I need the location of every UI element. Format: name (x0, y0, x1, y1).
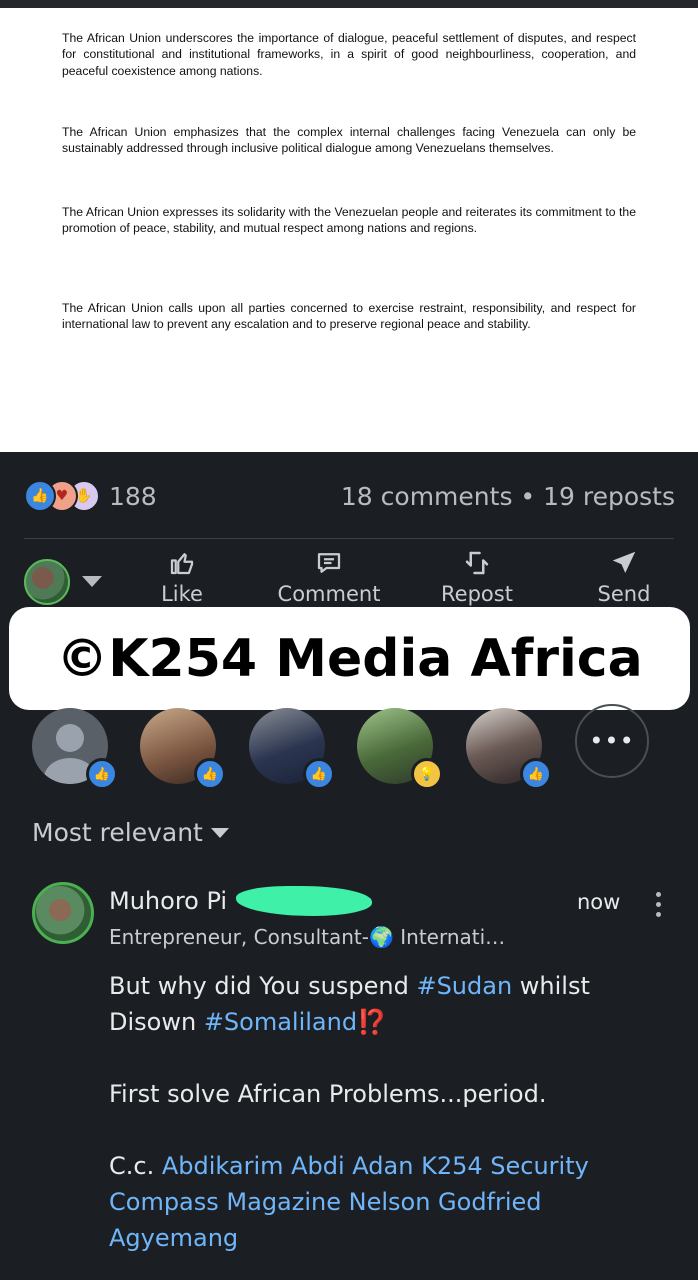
more-reactors-button[interactable]: ••• (575, 704, 649, 778)
send-button[interactable]: Send (594, 548, 654, 606)
like-badge-icon: 👍 (520, 758, 552, 790)
comment-text-line: First solve African Problems...period. (109, 1080, 547, 1108)
thumbs-up-icon (150, 548, 214, 582)
comment-icon (274, 548, 384, 582)
more-options-icon[interactable] (656, 892, 662, 922)
like-button[interactable]: Like (150, 548, 214, 606)
doc-paragraph-4: The African Union calls upon all parties… (62, 301, 636, 332)
insightful-badge-icon: 💡 (411, 758, 443, 790)
watermark-banner: ©K254 Media Africa (9, 607, 690, 710)
comment-mentions: Compass Magazine Nelson Godfried (109, 1184, 669, 1220)
reaction-icons[interactable]: 👍 ♥ ✋ (24, 480, 110, 512)
send-icon (594, 548, 654, 582)
like-badge-icon: 👍 (86, 758, 118, 790)
doc-paragraph-3: The African Union expresses its solidari… (62, 205, 636, 236)
top-bar (0, 0, 698, 8)
commenter-avatar[interactable] (32, 882, 94, 944)
hashtag-link[interactable]: #Somaliland (204, 1008, 357, 1036)
like-badge-icon: 👍 (303, 758, 335, 790)
reaction-count[interactable]: 188 (109, 482, 157, 511)
mention-link[interactable]: Abdikarim Abdi Adan K254 Security (162, 1152, 589, 1180)
like-badge-icon: 👍 (194, 758, 226, 790)
repost-button[interactable]: Repost (436, 548, 518, 606)
mention-link[interactable]: Compass Magazine Nelson Godfried (109, 1188, 542, 1216)
commenter-headline: Entrepreneur, Consultant-🌍 Internati… (109, 925, 506, 949)
repost-icon (436, 548, 518, 582)
comment-text-line: Disown #Somaliland⁉️ (109, 1008, 387, 1036)
comment-mentions: Agyemang (109, 1220, 669, 1256)
doc-paragraph-1: The African Union underscores the import… (62, 31, 636, 78)
comment-time: now (577, 890, 621, 914)
doc-paragraph-2: The African Union emphasizes that the co… (62, 125, 636, 156)
comments-reposts-stats[interactable]: 18 comments • 19 reposts (341, 482, 675, 511)
actor-avatar[interactable] (24, 559, 70, 605)
divider (24, 538, 674, 539)
comment-mentions: C.c. Abdikarim Abdi Adan K254 Security (109, 1152, 589, 1180)
chevron-down-icon[interactable] (82, 576, 102, 587)
sort-label[interactable]: Most relevant (32, 818, 203, 847)
sort-chevron-icon[interactable] (211, 828, 229, 838)
document-image: The African Union underscores the import… (0, 8, 698, 452)
like-reaction-icon: 👍 (24, 480, 56, 512)
mention-link[interactable]: Agyemang (109, 1224, 238, 1252)
commenter-name[interactable]: Muhoro Pi (109, 887, 227, 915)
comment-button[interactable]: Comment (274, 548, 384, 606)
hashtag-link[interactable]: #Sudan (416, 972, 512, 1000)
comment-text-line: But why did You suspend #Sudan whilst (109, 972, 590, 1000)
